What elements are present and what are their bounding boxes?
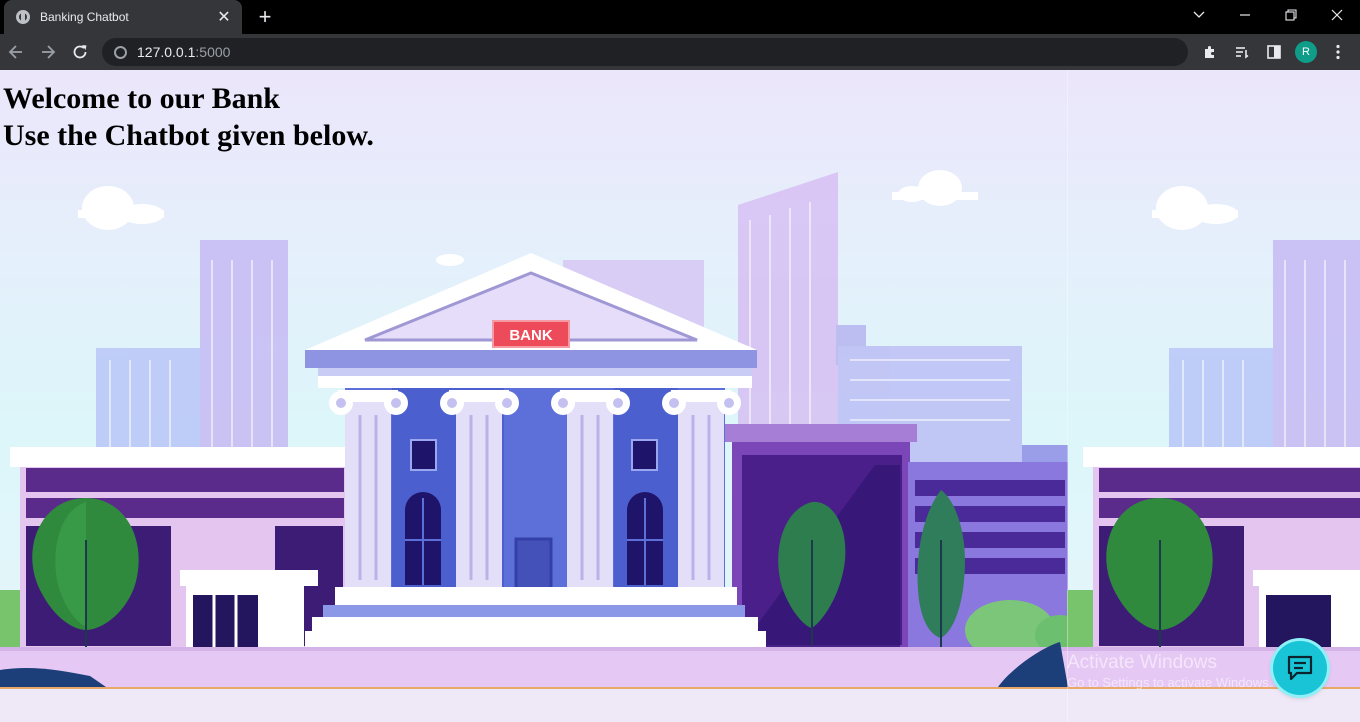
kebab-menu-icon[interactable]	[1326, 40, 1350, 64]
tab-search-icon[interactable]	[1176, 0, 1222, 30]
headline-line-2: Use the Chatbot given below.	[3, 119, 374, 152]
page-headline: Welcome to our Bank Use the Chatbot give…	[3, 80, 374, 154]
url-port: :5000	[195, 44, 231, 60]
reload-icon[interactable]	[66, 38, 94, 66]
address-bar[interactable]: 127.0.0.1:5000	[102, 38, 1188, 66]
bank-background-illustration: BANK	[0, 70, 1360, 722]
tab-strip: Banking Chatbot ✕ +	[0, 0, 1360, 34]
restore-icon[interactable]	[1268, 0, 1314, 30]
chatbot-launcher-button[interactable]	[1273, 641, 1327, 695]
tab-title: Banking Chatbot	[40, 10, 129, 24]
profile-avatar[interactable]: R	[1295, 41, 1317, 63]
side-panel-icon[interactable]	[1262, 40, 1286, 64]
url-host: 127.0.0.1	[137, 44, 196, 60]
reading-list-icon[interactable]	[1230, 40, 1254, 64]
page-viewport: BANK Welcome to our Bank Use the Chatbot…	[0, 70, 1360, 722]
chat-bubble-icon	[1287, 655, 1313, 681]
minimize-icon[interactable]	[1222, 0, 1268, 30]
window-close-icon[interactable]	[1314, 0, 1360, 30]
arrow-left-icon[interactable]	[2, 38, 30, 66]
watermark-title: Activate Windows	[1067, 652, 1217, 673]
plus-icon[interactable]: +	[252, 4, 278, 30]
close-icon[interactable]: ✕	[212, 5, 236, 29]
headline-line-1: Welcome to our Bank	[3, 82, 280, 115]
tab-banking-chatbot[interactable]: Banking Chatbot ✕	[4, 0, 242, 34]
arrow-right-icon[interactable]	[34, 38, 62, 66]
watermark-subtitle: Go to Settings to activate Windows.	[1067, 675, 1273, 690]
activate-windows-watermark: Activate Windows Go to Settings to activ…	[1067, 652, 1272, 692]
browser-toolbar: 127.0.0.1:5000 R	[0, 34, 1360, 70]
bank-sign-text: BANK	[509, 327, 552, 344]
puzzle-icon[interactable]	[1198, 40, 1222, 64]
globe-icon	[16, 10, 30, 24]
site-info-icon[interactable]	[114, 45, 127, 59]
